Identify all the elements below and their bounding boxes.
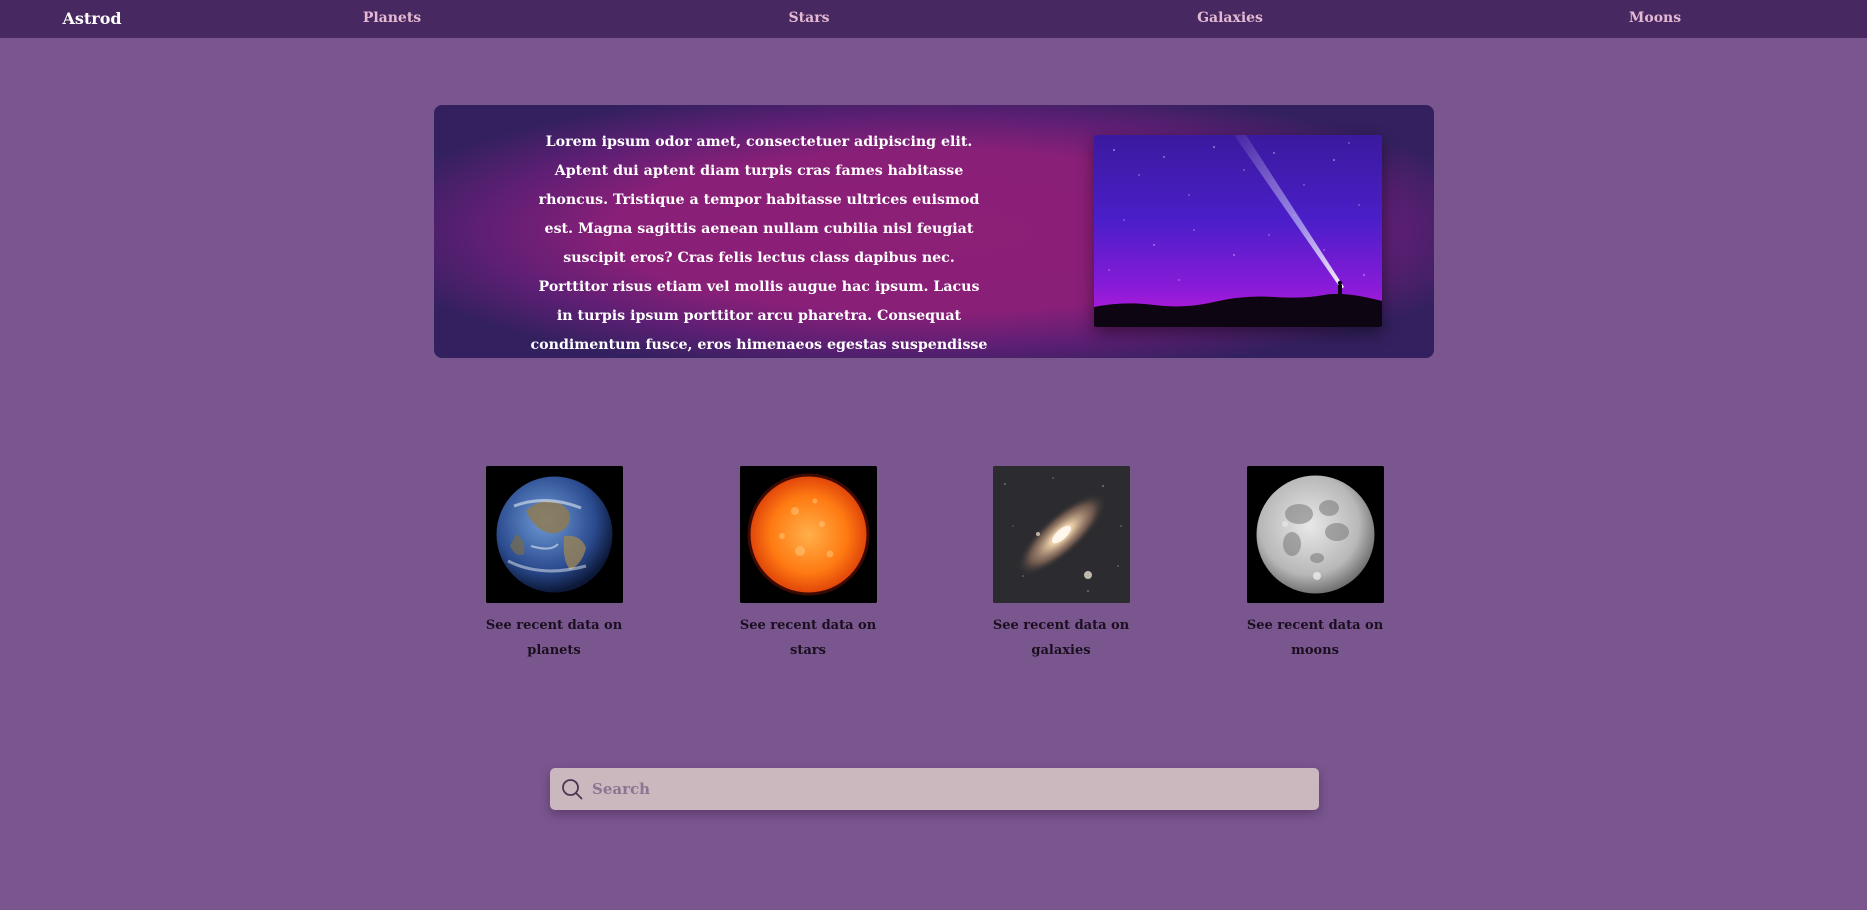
galaxy-image[interactable]	[992, 466, 1130, 603]
nav-link-stars[interactable]: Stars	[789, 0, 830, 38]
card-galaxies[interactable]: See recent data on galaxies	[991, 466, 1131, 663]
card-moons[interactable]: See recent data on moons	[1245, 466, 1385, 663]
search-input[interactable]	[590, 768, 1304, 810]
hero-banner: Lorem ipsum odor amet, consectetuer adip…	[434, 105, 1434, 358]
hero-night-sky-image	[1094, 135, 1382, 327]
nav-link-planets[interactable]: Planets	[363, 0, 421, 38]
card-caption-moons: See recent data on moons	[1246, 618, 1384, 658]
card-stars[interactable]: See recent data on stars	[738, 466, 878, 663]
earth-image[interactable]	[485, 466, 623, 603]
search-icon[interactable]	[561, 778, 583, 800]
moon-image[interactable]	[1246, 466, 1384, 603]
nav-link-moons[interactable]: Moons	[1629, 0, 1681, 38]
hero-description: Lorem ipsum odor amet, consectetuer adip…	[530, 134, 988, 353]
search-bar	[550, 768, 1319, 810]
card-caption-planets: See recent data on planets	[485, 618, 623, 658]
brand-logo-link[interactable]: Astrod	[62, 0, 121, 38]
sun-image[interactable]	[739, 466, 877, 603]
top-navbar: Astrod Planets Stars Galaxies Moons	[0, 0, 1867, 38]
card-caption-stars: See recent data on stars	[739, 618, 877, 658]
nav-link-galaxies[interactable]: Galaxies	[1197, 0, 1263, 38]
card-planets[interactable]: See recent data on planets	[484, 466, 624, 663]
card-caption-galaxies: See recent data on galaxies	[992, 618, 1130, 658]
